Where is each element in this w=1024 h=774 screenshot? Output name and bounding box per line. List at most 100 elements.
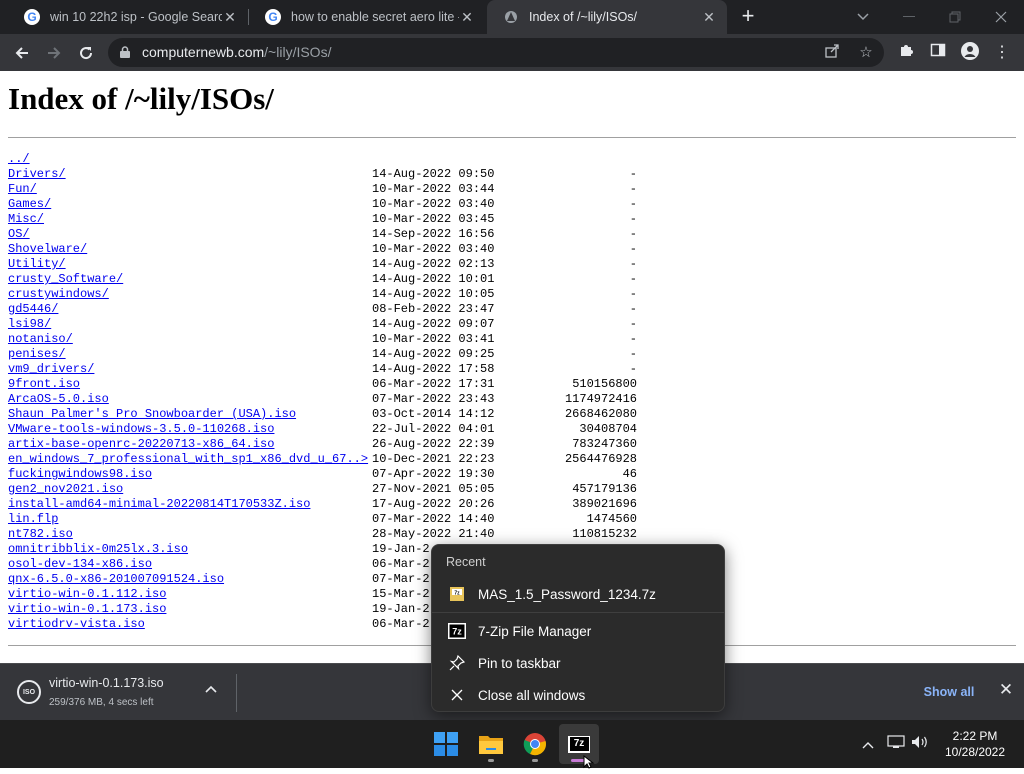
file-link[interactable]: lsi98/ [8,317,51,331]
download-status: 259/376 MB, 4 secs left [49,697,154,708]
back-button[interactable] [8,39,36,67]
file-link[interactable]: gd5446/ [8,302,58,316]
chevron-up-icon[interactable] [205,682,217,696]
list-item: install-amd64-minimal-20220814T170533Z.i… [8,497,637,512]
modified-date: 10-Mar-2022 03:40 [372,242,495,256]
file-link[interactable]: vm9_drivers/ [8,362,94,376]
forward-button[interactable] [40,39,68,67]
network-icon[interactable] [886,734,906,754]
file-link[interactable]: osol-dev-134-x86.iso [8,557,152,571]
browser-toolbar: computernewb.com/~lily/ISOs/ ☆ ⋮ [0,34,1024,71]
tab-index-of-isos[interactable]: Index of /~lily/ISOs/ ✕ [487,0,727,34]
list-item: nt782.iso 28-May-2022 21:40 110815232 [8,527,637,542]
file-link[interactable]: notaniso/ [8,332,73,346]
new-tab-button[interactable]: + [737,5,759,27]
list-item: osol-dev-134-x86.iso 06-Mar-2 [8,557,430,572]
file-size: 2564476928 [564,452,637,466]
modified-date: 06-Mar-2 [372,617,430,631]
chrome-taskbar-button[interactable] [515,724,555,764]
file-link[interactable]: 9front.iso [8,377,80,391]
modified-date: 07-Apr-2022 19:30 [372,467,495,481]
close-icon[interactable]: ✕ [459,9,475,26]
file-link[interactable]: Shovelware/ [8,242,87,256]
file-size: 30408704 [579,422,637,436]
start-button[interactable] [426,724,466,764]
iso-file-icon: ISO [17,680,41,704]
profile-avatar-icon[interactable] [959,42,981,64]
list-item: ../ [8,152,368,167]
minimize-button[interactable] [886,0,932,34]
file-link[interactable]: artix-base-openrc-20220713-x86_64.iso [8,437,274,451]
show-all-button[interactable]: Show all [915,678,983,706]
extensions-icon[interactable] [895,42,917,64]
file-link[interactable]: gen2_nov2021.iso [8,482,123,496]
pin-to-taskbar-item[interactable]: Pin to taskbar [438,648,720,678]
modified-date: 26-Aug-2022 22:39 [372,437,495,451]
file-explorer-taskbar-button[interactable] [471,724,511,764]
file-link[interactable]: Games/ [8,197,51,211]
reload-button[interactable] [72,39,100,67]
recent-file-item[interactable]: 7z MAS_1.5_Password_1234.7z [438,579,720,609]
file-link[interactable]: Fun/ [8,182,37,196]
restore-button[interactable] [932,0,978,34]
taskbar: 7z 2:22 PM 10/28/2022 [0,720,1024,769]
file-link[interactable]: ArcaOS-5.0.iso [8,392,109,406]
modified-date: 10-Mar-2022 03:40 [372,197,495,211]
address-bar[interactable]: computernewb.com/~lily/ISOs/ ☆ [108,38,884,67]
file-link[interactable]: install-amd64-minimal-20220814T170533Z.i… [8,497,310,511]
close-all-windows-item[interactable]: Close all windows [438,680,720,710]
file-size: - [629,257,637,271]
tab-search-chevron-icon[interactable] [840,0,886,34]
list-item: fuckingwindows98.iso 07-Apr-2022 19:30 46 [8,467,637,482]
file-size: - [629,332,637,346]
file-link[interactable]: Drivers/ [8,167,66,181]
close-download-bar-button[interactable]: ✕ [996,680,1016,700]
file-link[interactable]: penises/ [8,347,66,361]
7zip-file-manager-item[interactable]: 7z 7-Zip File Manager [438,616,720,646]
volume-icon[interactable] [910,734,930,754]
file-link[interactable]: OS/ [8,227,30,241]
list-item: penises/14-Aug-2022 09:25 - [8,347,637,362]
file-link[interactable]: nt782.iso [8,527,73,541]
file-size: - [629,197,637,211]
tab-google-search[interactable]: G win 10 22h2 isp - Google Search ✕ [8,0,248,34]
file-link[interactable]: ../ [8,152,30,166]
menu-kebab-icon[interactable]: ⋮ [991,42,1013,64]
list-item: Shaun Palmer's Pro Snowboarder (USA).iso… [8,407,637,422]
file-link[interactable]: omnitribblix-0m25lx.3.iso [8,542,188,556]
file-link[interactable]: virtio-win-0.1.112.iso [8,587,166,601]
svg-text:7z: 7z [452,627,462,637]
close-window-button[interactable] [978,0,1024,34]
clock-date: 10/28/2022 [944,745,1006,759]
file-link[interactable]: fuckingwindows98.iso [8,467,152,481]
list-item: crusty_Software/14-Aug-2022 10:01 - [8,272,637,287]
file-size: - [629,287,637,301]
file-link[interactable]: Utility/ [8,257,66,271]
file-link[interactable]: crusty_Software/ [8,272,123,286]
close-icon[interactable]: ✕ [222,9,238,26]
chrome-icon [523,733,546,756]
tab-google-search-aero[interactable]: G how to enable secret aero lite - G ✕ [249,0,485,34]
jump-list-separator [432,612,724,613]
share-icon[interactable] [822,43,842,63]
page-title: Index of /~lily/ISOs/ [8,81,274,116]
side-panel-icon[interactable] [927,42,949,64]
system-clock[interactable]: 2:22 PM 10/28/2022 [935,728,1015,760]
file-link[interactable]: VMware-tools-windows-3.5.0-110268.iso [8,422,274,436]
modified-date: 10-Mar-2022 03:41 [372,332,495,346]
file-link[interactable]: Shaun Palmer's Pro Snowboarder (USA).iso [8,407,296,421]
file-link[interactable]: virtio-win-0.1.173.iso [8,602,166,616]
file-link[interactable]: en_windows_7_professional_with_sp1_x86_d… [8,452,368,466]
bookmark-star-icon[interactable]: ☆ [856,43,876,63]
download-filename[interactable]: virtio-win-0.1.173.iso [49,676,164,690]
file-link[interactable]: crustywindows/ [8,287,109,301]
file-link[interactable]: virtiodrv-vista.iso [8,617,145,631]
google-icon: G [24,9,40,25]
chevron-up-icon[interactable] [858,734,878,754]
close-icon[interactable]: ✕ [701,9,717,26]
file-link[interactable]: qnx-6.5.0-x86-201007091524.iso [8,572,224,586]
file-link[interactable]: Misc/ [8,212,44,226]
list-item: lsi98/14-Aug-2022 09:07 - [8,317,637,332]
lock-icon[interactable] [120,46,130,58]
file-link[interactable]: lin.flp [8,512,58,526]
